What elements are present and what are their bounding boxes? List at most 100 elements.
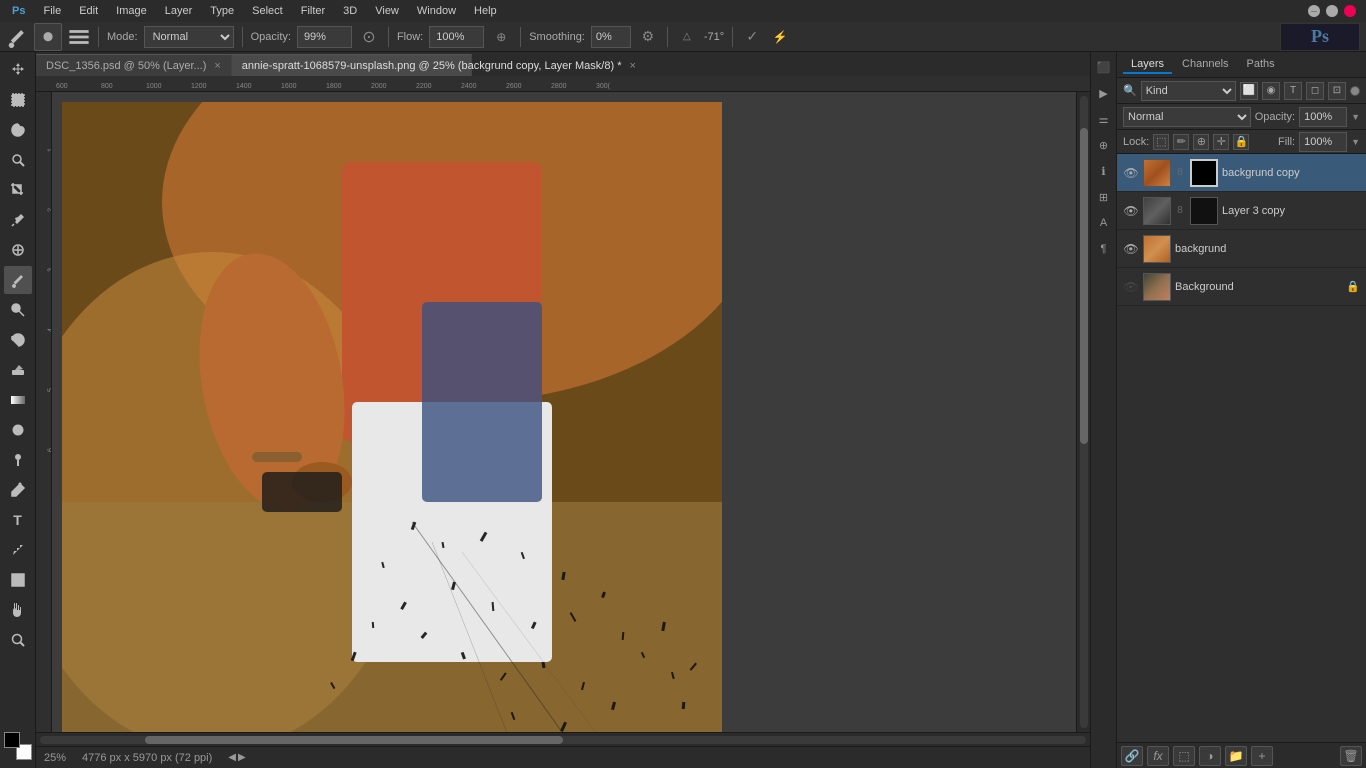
filter-type-btn[interactable]: T — [1284, 82, 1302, 100]
brush-settings-icon[interactable] — [68, 26, 90, 48]
brush-tool-btn[interactable] — [4, 266, 32, 294]
nav-next[interactable]: ▶ — [238, 752, 246, 763]
delete-layer-btn[interactable]: 🗑 — [1340, 746, 1362, 766]
lasso-tool-btn[interactable] — [4, 116, 32, 144]
eyedropper-btn[interactable] — [4, 206, 32, 234]
layer-row-background[interactable]: 👁 Background 🔒 — [1117, 268, 1366, 306]
opacity-row-input[interactable] — [1299, 107, 1347, 127]
lock-transparent-btn[interactable]: ⬚ — [1153, 134, 1169, 150]
blend-mode-select[interactable]: Normal — [1123, 107, 1251, 127]
layer-row-backgrund[interactable]: 👁 backgrund — [1117, 230, 1366, 268]
link-layers-btn[interactable]: 🔗 — [1121, 746, 1143, 766]
group-btn[interactable]: 📁 — [1225, 746, 1247, 766]
smoothing-input[interactable] — [591, 26, 631, 48]
lock-move-btn[interactable]: ✛ — [1213, 134, 1229, 150]
menu-3d[interactable]: 3D — [335, 3, 365, 19]
strip-btn-2[interactable]: ▶ — [1093, 82, 1115, 104]
minimize-button[interactable]: ─ — [1308, 5, 1320, 17]
new-layer-btn[interactable]: + — [1251, 746, 1273, 766]
menu-view[interactable]: View — [367, 3, 407, 19]
history-brush-btn[interactable] — [4, 326, 32, 354]
strip-btn-6[interactable]: ⊞ — [1093, 186, 1115, 208]
layer-row-backgrund-copy[interactable]: 👁 8 backgrund copy — [1117, 154, 1366, 192]
layer-visibility-backgrund-copy[interactable]: 👁 — [1123, 165, 1139, 181]
vertical-scrollbar[interactable] — [1076, 92, 1090, 732]
menu-filter[interactable]: Filter — [293, 3, 333, 19]
lock-all-btn[interactable]: 🔒 — [1233, 134, 1249, 150]
blur-btn[interactable] — [4, 416, 32, 444]
strip-btn-5[interactable]: ℹ — [1093, 160, 1115, 182]
brush-pressure-icon[interactable]: ✓ — [741, 26, 763, 48]
quick-select-btn[interactable] — [4, 146, 32, 174]
nav-prev[interactable]: ◀ — [228, 752, 236, 763]
tab-layers[interactable]: Layers — [1123, 56, 1172, 74]
strip-btn-7[interactable]: A — [1093, 212, 1115, 234]
menu-edit[interactable]: Edit — [71, 3, 106, 19]
filter-select[interactable]: Kind — [1141, 81, 1236, 101]
close-button[interactable] — [1344, 5, 1356, 17]
lock-paint-btn[interactable]: ✏ — [1173, 134, 1189, 150]
crop-tool-btn[interactable] — [4, 176, 32, 204]
tab-channels[interactable]: Channels — [1174, 56, 1236, 74]
filter-adjust-btn[interactable]: ◉ — [1262, 82, 1280, 100]
adjustment-btn[interactable]: ◑ — [1199, 746, 1221, 766]
maximize-button[interactable] — [1326, 5, 1338, 17]
tab-0-close[interactable]: × — [214, 60, 220, 72]
canvas-area: DSC_1356.psd @ 50% (Layer...) × annie-sp… — [36, 52, 1090, 768]
layer-visibility-background[interactable]: 👁 — [1123, 279, 1139, 295]
pen-tool-btn[interactable] — [4, 476, 32, 504]
filter-active-indicator[interactable] — [1350, 86, 1360, 96]
clone-stamp-btn[interactable] — [4, 296, 32, 324]
fill-input[interactable] — [1299, 132, 1347, 152]
brush-preset-icon[interactable]: ⬤ — [34, 23, 62, 51]
strip-btn-8[interactable]: ¶ — [1093, 238, 1115, 260]
canvas-content[interactable] — [52, 92, 1076, 732]
opacity-down-icon[interactable]: ▼ — [1351, 112, 1360, 122]
healing-brush-btn[interactable] — [4, 236, 32, 264]
symmetry-icon[interactable]: ⚡ — [769, 26, 791, 48]
menu-ps[interactable]: Ps — [4, 3, 33, 19]
add-mask-btn[interactable]: ⬚ — [1173, 746, 1195, 766]
menu-help[interactable]: Help — [466, 3, 505, 19]
rectangular-marquee-btn[interactable] — [4, 86, 32, 114]
fx-btn[interactable]: fx — [1147, 746, 1169, 766]
menu-select[interactable]: Select — [244, 3, 291, 19]
strip-btn-3[interactable]: ⚌ — [1093, 108, 1115, 130]
horizontal-scrollbar[interactable] — [36, 732, 1090, 746]
filter-shape-btn[interactable]: ◻ — [1306, 82, 1324, 100]
shape-btn[interactable] — [4, 566, 32, 594]
menu-image[interactable]: Image — [108, 3, 155, 19]
filter-smart-btn[interactable]: ⊡ — [1328, 82, 1346, 100]
zoom-btn[interactable] — [4, 626, 32, 654]
fill-down-icon[interactable]: ▼ — [1351, 137, 1360, 147]
tab-paths[interactable]: Paths — [1239, 56, 1283, 74]
flow-input[interactable] — [429, 26, 484, 48]
lock-artboard-btn[interactable]: ⊕ — [1193, 134, 1209, 150]
gradient-btn[interactable] — [4, 386, 32, 414]
type-tool-btn[interactable]: T — [4, 506, 32, 534]
path-select-btn[interactable] — [4, 536, 32, 564]
hand-btn[interactable] — [4, 596, 32, 624]
airbrush-toggle[interactable]: ⊙ — [358, 26, 380, 48]
move-tool-btn[interactable] — [4, 56, 32, 84]
menu-window[interactable]: Window — [409, 3, 464, 19]
tab-0[interactable]: DSC_1356.psd @ 50% (Layer...) × — [36, 54, 232, 76]
tab-1[interactable]: annie-spratt-1068579-unsplash.png @ 25% … — [232, 54, 472, 76]
menu-layer[interactable]: Layer — [157, 3, 201, 19]
dodge-btn[interactable] — [4, 446, 32, 474]
menu-file[interactable]: File — [35, 3, 69, 19]
layer-visibility-backgrund[interactable]: 👁 — [1123, 241, 1139, 257]
menu-type[interactable]: Type — [202, 3, 242, 19]
canvas-image[interactable] — [62, 102, 722, 732]
layer-row-layer3-copy[interactable]: 👁 8 Layer 3 copy — [1117, 192, 1366, 230]
layer-visibility-layer3-copy[interactable]: 👁 — [1123, 203, 1139, 219]
color-boxes[interactable] — [4, 732, 32, 760]
opacity-input[interactable] — [297, 26, 352, 48]
eraser-btn[interactable] — [4, 356, 32, 384]
tab-1-close[interactable]: × — [629, 60, 635, 72]
mode-select[interactable]: Normal — [144, 26, 234, 48]
strip-btn-1[interactable]: ⬛ — [1093, 56, 1115, 78]
strip-btn-4[interactable]: ⊕ — [1093, 134, 1115, 156]
smoothing-settings-icon[interactable]: ⚙ — [637, 26, 659, 48]
filter-pixel-btn[interactable]: ⬜ — [1240, 82, 1258, 100]
